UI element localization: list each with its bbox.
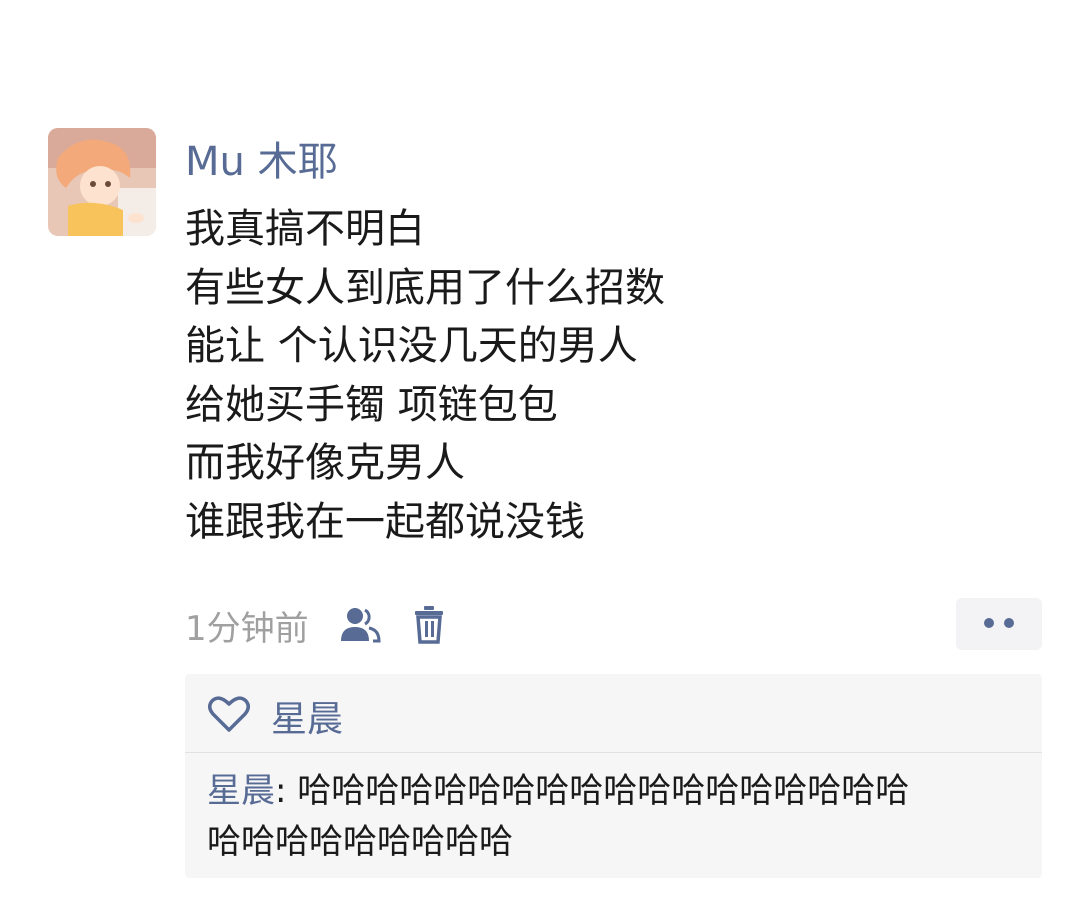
- more-dots-icon: [979, 615, 1019, 634]
- divider: [185, 752, 1042, 753]
- avatar[interactable]: [48, 128, 156, 236]
- comment-line: 哈哈哈哈哈哈哈哈哈: [207, 822, 513, 862]
- post-line: 而我好像克男人: [185, 440, 465, 486]
- post-line: 能让 个认识没几天的男人: [185, 323, 638, 369]
- trash-icon[interactable]: [411, 603, 447, 647]
- comment-line: 星晨: 哈哈哈哈哈哈哈哈哈哈哈哈哈哈哈哈哈哈: [207, 766, 1027, 817]
- more-button[interactable]: [956, 598, 1042, 650]
- heart-icon: [207, 694, 251, 738]
- post-timestamp: 1分钟前: [185, 608, 309, 649]
- post-line: 有些女人到底用了什么招数: [185, 264, 665, 311]
- comment-author[interactable]: 星晨: [207, 771, 275, 811]
- comment-item[interactable]: 星晨: 哈哈哈哈哈哈哈哈哈哈哈哈哈哈哈哈哈哈 哈哈哈哈哈哈哈哈哈: [207, 766, 1027, 868]
- post-line: 给她买手镯 项链包包: [185, 381, 558, 428]
- post-line: 谁跟我在一起都说没钱: [185, 498, 585, 545]
- comment-text: 哈哈哈哈哈哈哈哈哈哈哈哈哈哈哈哈哈哈: [297, 771, 910, 811]
- comment-separator: :: [275, 771, 298, 811]
- people-icon[interactable]: [339, 603, 383, 647]
- likes-row: 星晨: [207, 690, 343, 742]
- like-user-name[interactable]: 星晨: [271, 690, 343, 742]
- post-line: 我真搞不明白: [185, 206, 425, 252]
- post-username[interactable]: Mu 木耶: [185, 137, 338, 187]
- post-text: 我真搞不明白 有些女人到底用了什么招数 能让 个认识没几天的男人 给她买手镯 项…: [185, 200, 665, 551]
- post-meta-row: 1分钟前: [185, 600, 447, 650]
